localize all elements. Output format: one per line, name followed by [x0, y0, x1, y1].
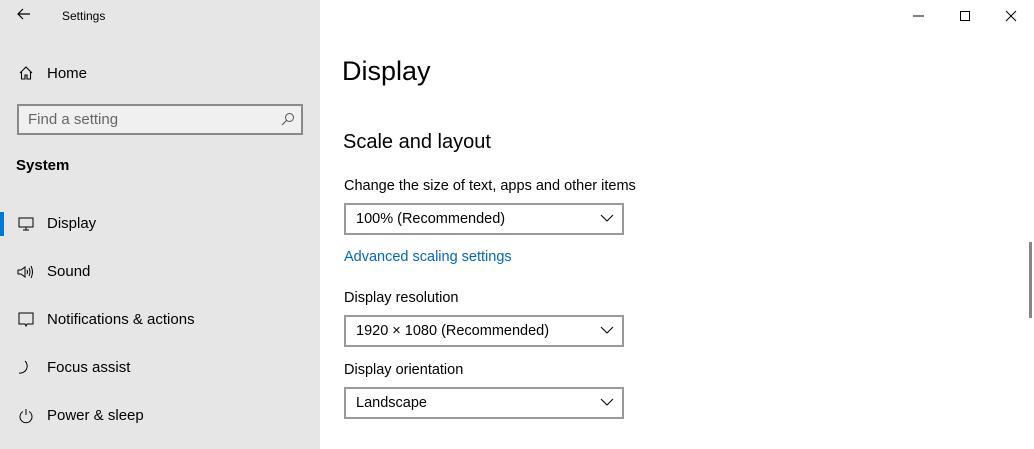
- section-heading-scale: Scale and layout: [343, 131, 491, 153]
- orientation-label: Display orientation: [344, 362, 464, 378]
- back-button[interactable]: [14, 6, 34, 26]
- sidebar-item-focus-assist[interactable]: Focus assist: [0, 348, 320, 388]
- minimize-icon: [913, 15, 924, 17]
- resolution-label: Display resolution: [344, 290, 459, 306]
- search-input[interactable]: [19, 106, 259, 133]
- section-heading-system: System: [16, 157, 70, 174]
- sidebar-item-label: Focus assist: [47, 359, 131, 376]
- sidebar: Settings Home System Display Sound Notif…: [0, 0, 320, 449]
- moon-icon: [17, 359, 35, 377]
- home-label: Home: [47, 65, 88, 82]
- sidebar-item-sound[interactable]: Sound: [0, 252, 320, 292]
- scale-label: Change the size of text, apps and other …: [344, 178, 636, 194]
- chevron-down-icon: [600, 214, 614, 222]
- sidebar-item-display[interactable]: Display: [0, 204, 320, 244]
- notification-icon: [17, 311, 35, 329]
- sidebar-item-notifications[interactable]: Notifications & actions: [0, 300, 320, 340]
- home-link[interactable]: Home: [0, 60, 320, 86]
- power-icon: [17, 407, 35, 425]
- scrollbar[interactable]: [1029, 242, 1032, 318]
- resolution-value: 1920 × 1080 (Recommended): [356, 323, 550, 339]
- sidebar-item-power-sleep[interactable]: Power & sleep: [0, 396, 320, 436]
- chevron-down-icon: [600, 398, 614, 406]
- monitor-icon: [17, 215, 35, 233]
- sidebar-item-label: Display: [47, 215, 97, 232]
- close-button[interactable]: [988, 0, 1034, 32]
- scale-dropdown[interactable]: 100% (Recommended): [344, 203, 624, 235]
- back-arrow-icon: [17, 8, 30, 20]
- maximize-icon: [960, 11, 970, 21]
- orientation-value: Landscape: [356, 395, 427, 411]
- app-title: Settings: [62, 9, 106, 23]
- search-box[interactable]: [17, 104, 303, 135]
- advanced-scaling-link[interactable]: Advanced scaling settings: [344, 249, 512, 265]
- maximize-button[interactable]: [942, 0, 988, 32]
- page-title: Display: [342, 56, 431, 86]
- sidebar-item-label: Sound: [47, 263, 91, 280]
- orientation-dropdown[interactable]: Landscape: [344, 387, 624, 419]
- scale-value: 100% (Recommended): [356, 211, 506, 227]
- selection-indicator: [0, 212, 4, 236]
- sidebar-item-label: Notifications & actions: [47, 311, 195, 328]
- search-icon[interactable]: [281, 112, 295, 131]
- sidebar-item-label: Power & sleep: [47, 407, 144, 424]
- home-icon: [17, 64, 35, 82]
- resolution-dropdown[interactable]: 1920 × 1080 (Recommended): [344, 315, 624, 347]
- minimize-button[interactable]: [896, 0, 942, 32]
- close-icon: [1005, 10, 1017, 22]
- chevron-down-icon: [600, 326, 614, 334]
- speaker-icon: [17, 263, 35, 281]
